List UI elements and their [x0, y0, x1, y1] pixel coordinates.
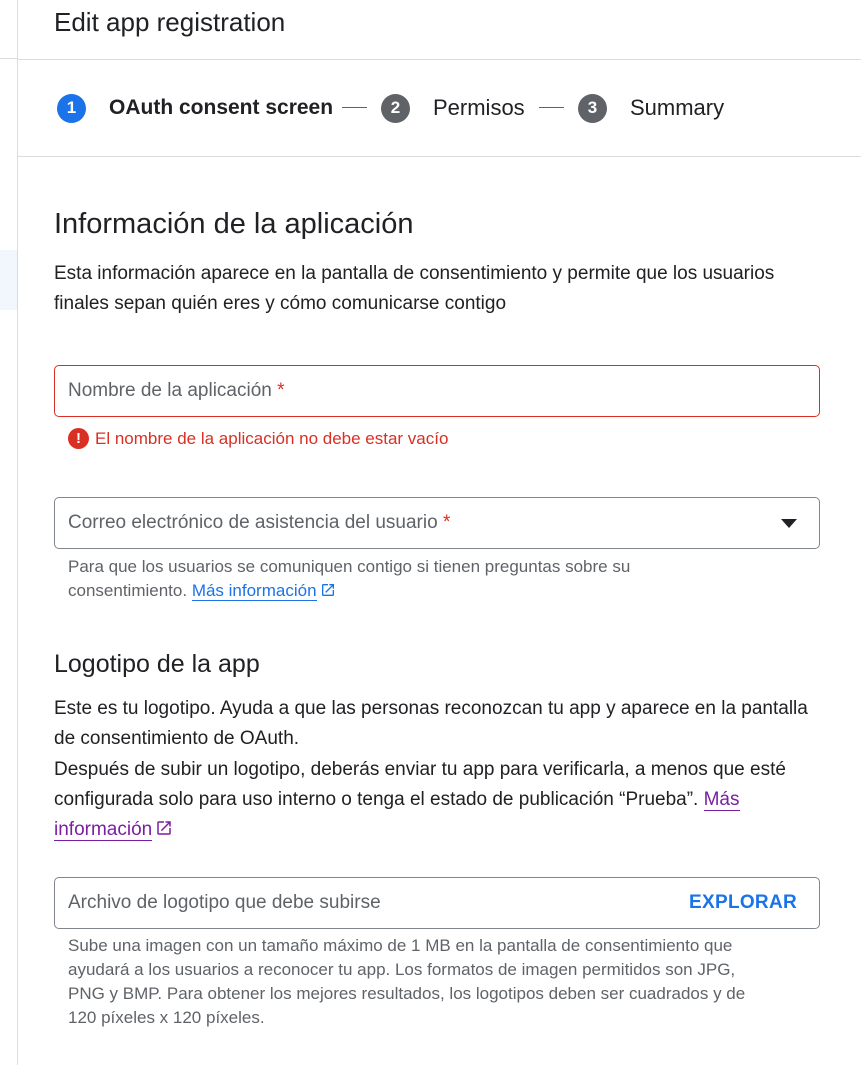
app-info-heading: Información de la aplicación: [54, 208, 414, 240]
logo-para-line4: configurada solo para uso interno o teng…: [54, 785, 740, 815]
step-permisos[interactable]: 2 Permisos: [381, 93, 525, 123]
logo-file-placeholder: Archivo de logotipo que debe subirse: [68, 892, 381, 913]
logo-learn-more-link-part2[interactable]: información: [54, 819, 153, 841]
logo-file-field[interactable]: Archivo de logotipo que debe subirse EXP…: [54, 877, 820, 929]
logo-para-line2: de consentimiento de OAuth.: [54, 728, 300, 749]
support-email-hint-text: consentimiento.: [68, 581, 188, 600]
rail-divider: [0, 58, 17, 59]
support-email-select[interactable]: Correo electrónico de asistencia del usu…: [54, 497, 820, 549]
open-in-new-icon: [321, 584, 334, 597]
logo-para-line1: Este es tu logotipo. Ayuda a que las per…: [54, 698, 808, 719]
support-email-placeholder: Correo electrónico de asistencia del usu…: [68, 512, 450, 534]
logo-para-line5: información: [54, 815, 173, 845]
left-nav-rail: [0, 0, 18, 1065]
support-email-placeholder-text: Correo electrónico de asistencia del usu…: [68, 512, 438, 533]
app-name-placeholder: Nombre de la aplicación *: [68, 380, 285, 402]
required-asterisk: *: [442, 512, 451, 533]
app-name-error: ! El nombre de la aplicación no debe est…: [68, 428, 448, 449]
step-number-1: 1: [57, 93, 86, 123]
step-connector: [342, 107, 367, 108]
logo-hint-line3: PNG y BMP. Para obtener los mejores resu…: [68, 984, 746, 1003]
step-number-3: 3: [578, 93, 607, 123]
logo-heading: Logotipo de la app: [54, 650, 260, 678]
stepper: 1 OAuth consent screen 2 Permisos 3 Summ…: [18, 60, 861, 157]
app-name-field[interactable]: Nombre de la aplicación *: [54, 365, 820, 417]
arrow-drop-down-icon[interactable]: [781, 519, 797, 528]
logo-hint-line1: Sube una imagen con un tamaño máximo de …: [68, 936, 733, 955]
step-number-2: 2: [381, 93, 410, 123]
step-summary[interactable]: 3 Summary: [578, 93, 724, 123]
open-in-new-icon: [157, 821, 171, 836]
rail-active-item[interactable]: [0, 250, 17, 310]
logo-hint-line4: 120 píxeles x 120 píxeles.: [68, 1008, 265, 1027]
support-email-hint-line2: consentimiento. Más información: [68, 579, 808, 603]
support-learn-more-text: Más información: [191, 581, 317, 600]
logo-learn-more-link-part1[interactable]: Más: [703, 789, 740, 811]
step-oauth-consent[interactable]: 1 OAuth consent screen: [57, 93, 333, 123]
step-label-2: Permisos: [433, 95, 525, 120]
app-info-description-line1: Esta información aparece en la pantalla …: [54, 263, 775, 284]
error-circle-icon: !: [68, 428, 89, 449]
required-asterisk: *: [277, 380, 285, 401]
app-name-error-text: El nombre de la aplicación no debe estar…: [95, 428, 449, 448]
title-bar: Edit app registration: [18, 0, 861, 60]
step-connector: [539, 107, 564, 108]
logo-hint-line2: ayudará a los usuarios a reconocer tu ap…: [68, 960, 736, 979]
step-label-3: Summary: [630, 95, 725, 120]
browse-button[interactable]: EXPLORAR: [689, 892, 797, 914]
support-learn-more-link[interactable]: Más información: [191, 581, 317, 601]
support-email-hint-line1: Para que los usuarios se comuniquen cont…: [68, 557, 631, 576]
step-label-1: OAuth consent screen: [109, 96, 334, 119]
page-title: Edit app registration: [54, 7, 286, 37]
app-info-description-line2: finales sepan quién eres y cómo comunica…: [54, 293, 507, 314]
logo-para-line3: Después de subir un logotipo, deberás en…: [54, 759, 786, 780]
app-name-placeholder-text: Nombre de la aplicación: [68, 380, 272, 401]
logo-para-line4-text: configurada solo para uso interno o teng…: [54, 789, 699, 810]
